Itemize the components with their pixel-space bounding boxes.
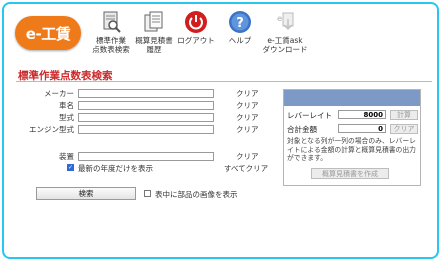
svg-text:e: e: [277, 14, 283, 23]
engine-model-clear-link[interactable]: クリア: [236, 124, 259, 135]
download-icon: e: [277, 12, 294, 31]
model-label: 型式: [59, 113, 74, 122]
toolbar-label: ログアウト: [177, 36, 215, 45]
calc-note: 対象となる列が一列の場合のみ、レバーレイトによる金額の計算と概算見積書の出力がで…: [287, 137, 416, 162]
app-logo[interactable]: e-工賃: [15, 16, 81, 50]
maker-label: メーカー: [44, 89, 74, 98]
latest-year-checkbox[interactable]: ✓: [67, 164, 74, 171]
toolbar-label: 履歴: [146, 45, 162, 54]
power-icon: [185, 11, 207, 33]
logo-text: e-工賃: [25, 24, 71, 43]
latest-year-label: 最新の年度だけを表示: [78, 164, 153, 173]
toolbar-label: e-工賃ask: [267, 36, 303, 45]
help-icon: ?: [229, 11, 251, 33]
toolbar-label: 点数表検索: [92, 45, 130, 54]
search-button[interactable]: 検索: [36, 187, 136, 200]
toolbar-label: ヘルプ: [228, 36, 252, 45]
car-name-label: 車名: [59, 101, 74, 110]
show-part-images-label: 表中に部品の画像を表示: [155, 190, 238, 199]
calc-panel: レバーレイト 8000 計算 合計金額 0 クリア 対象となる列が一列の場合のみ…: [283, 89, 421, 186]
toolbar-logout-button[interactable]: ログアウト: [176, 10, 216, 45]
create-estimate-button[interactable]: 概算見積書を作成: [311, 168, 389, 179]
clear-all-link[interactable]: すべてクリア: [224, 163, 268, 174]
calc-button[interactable]: 計算: [390, 110, 418, 120]
show-part-images-checkbox[interactable]: [144, 190, 151, 197]
toolbar-label: ダウンロード: [262, 45, 308, 54]
total-amount-field: 0: [338, 124, 386, 133]
app-frame: e-工賃 標準作業 点数表検索 概算見積書 履歴 ログアウト ? ヘルプ e e…: [2, 2, 439, 259]
toolbar-label: 標準作業: [96, 36, 126, 45]
toolbar-help-button[interactable]: ? ヘルプ: [224, 10, 256, 45]
maker-input[interactable]: [78, 89, 214, 98]
calc-panel-header: [284, 90, 420, 106]
svg-text:?: ?: [236, 16, 244, 31]
engine-model-input[interactable]: [78, 125, 214, 134]
documents-icon: [144, 11, 163, 32]
title-divider: [16, 81, 432, 82]
engine-model-label: エンジン型式: [29, 125, 74, 134]
toolbar-label: 概算見積書: [135, 36, 173, 45]
toolbar-download-button[interactable]: e e-工賃ask ダウンロード: [258, 10, 312, 54]
toolbar-standard-search-button[interactable]: 標準作業 点数表検索: [88, 10, 134, 54]
toolbar-estimate-history-button[interactable]: 概算見積書 履歴: [134, 10, 174, 54]
model-input[interactable]: [78, 113, 214, 122]
equipment-label: 装置: [59, 152, 74, 161]
calc-clear-button[interactable]: クリア: [390, 124, 418, 134]
total-amount-label: 合計金額: [287, 125, 317, 134]
book-search-icon: [103, 11, 121, 33]
equipment-clear-link[interactable]: クリア: [236, 151, 259, 162]
car-name-input[interactable]: [78, 101, 214, 110]
lever-rate-input[interactable]: 8000: [338, 110, 386, 119]
lever-rate-label: レバーレイト: [287, 111, 332, 120]
equipment-input[interactable]: [78, 152, 214, 161]
model-clear-link[interactable]: クリア: [236, 112, 259, 123]
top-toolbar: e-工賃 標準作業 点数表検索 概算見積書 履歴 ログアウト ? ヘルプ e e…: [4, 4, 437, 62]
car-name-clear-link[interactable]: クリア: [236, 100, 259, 111]
maker-clear-link[interactable]: クリア: [236, 88, 259, 99]
